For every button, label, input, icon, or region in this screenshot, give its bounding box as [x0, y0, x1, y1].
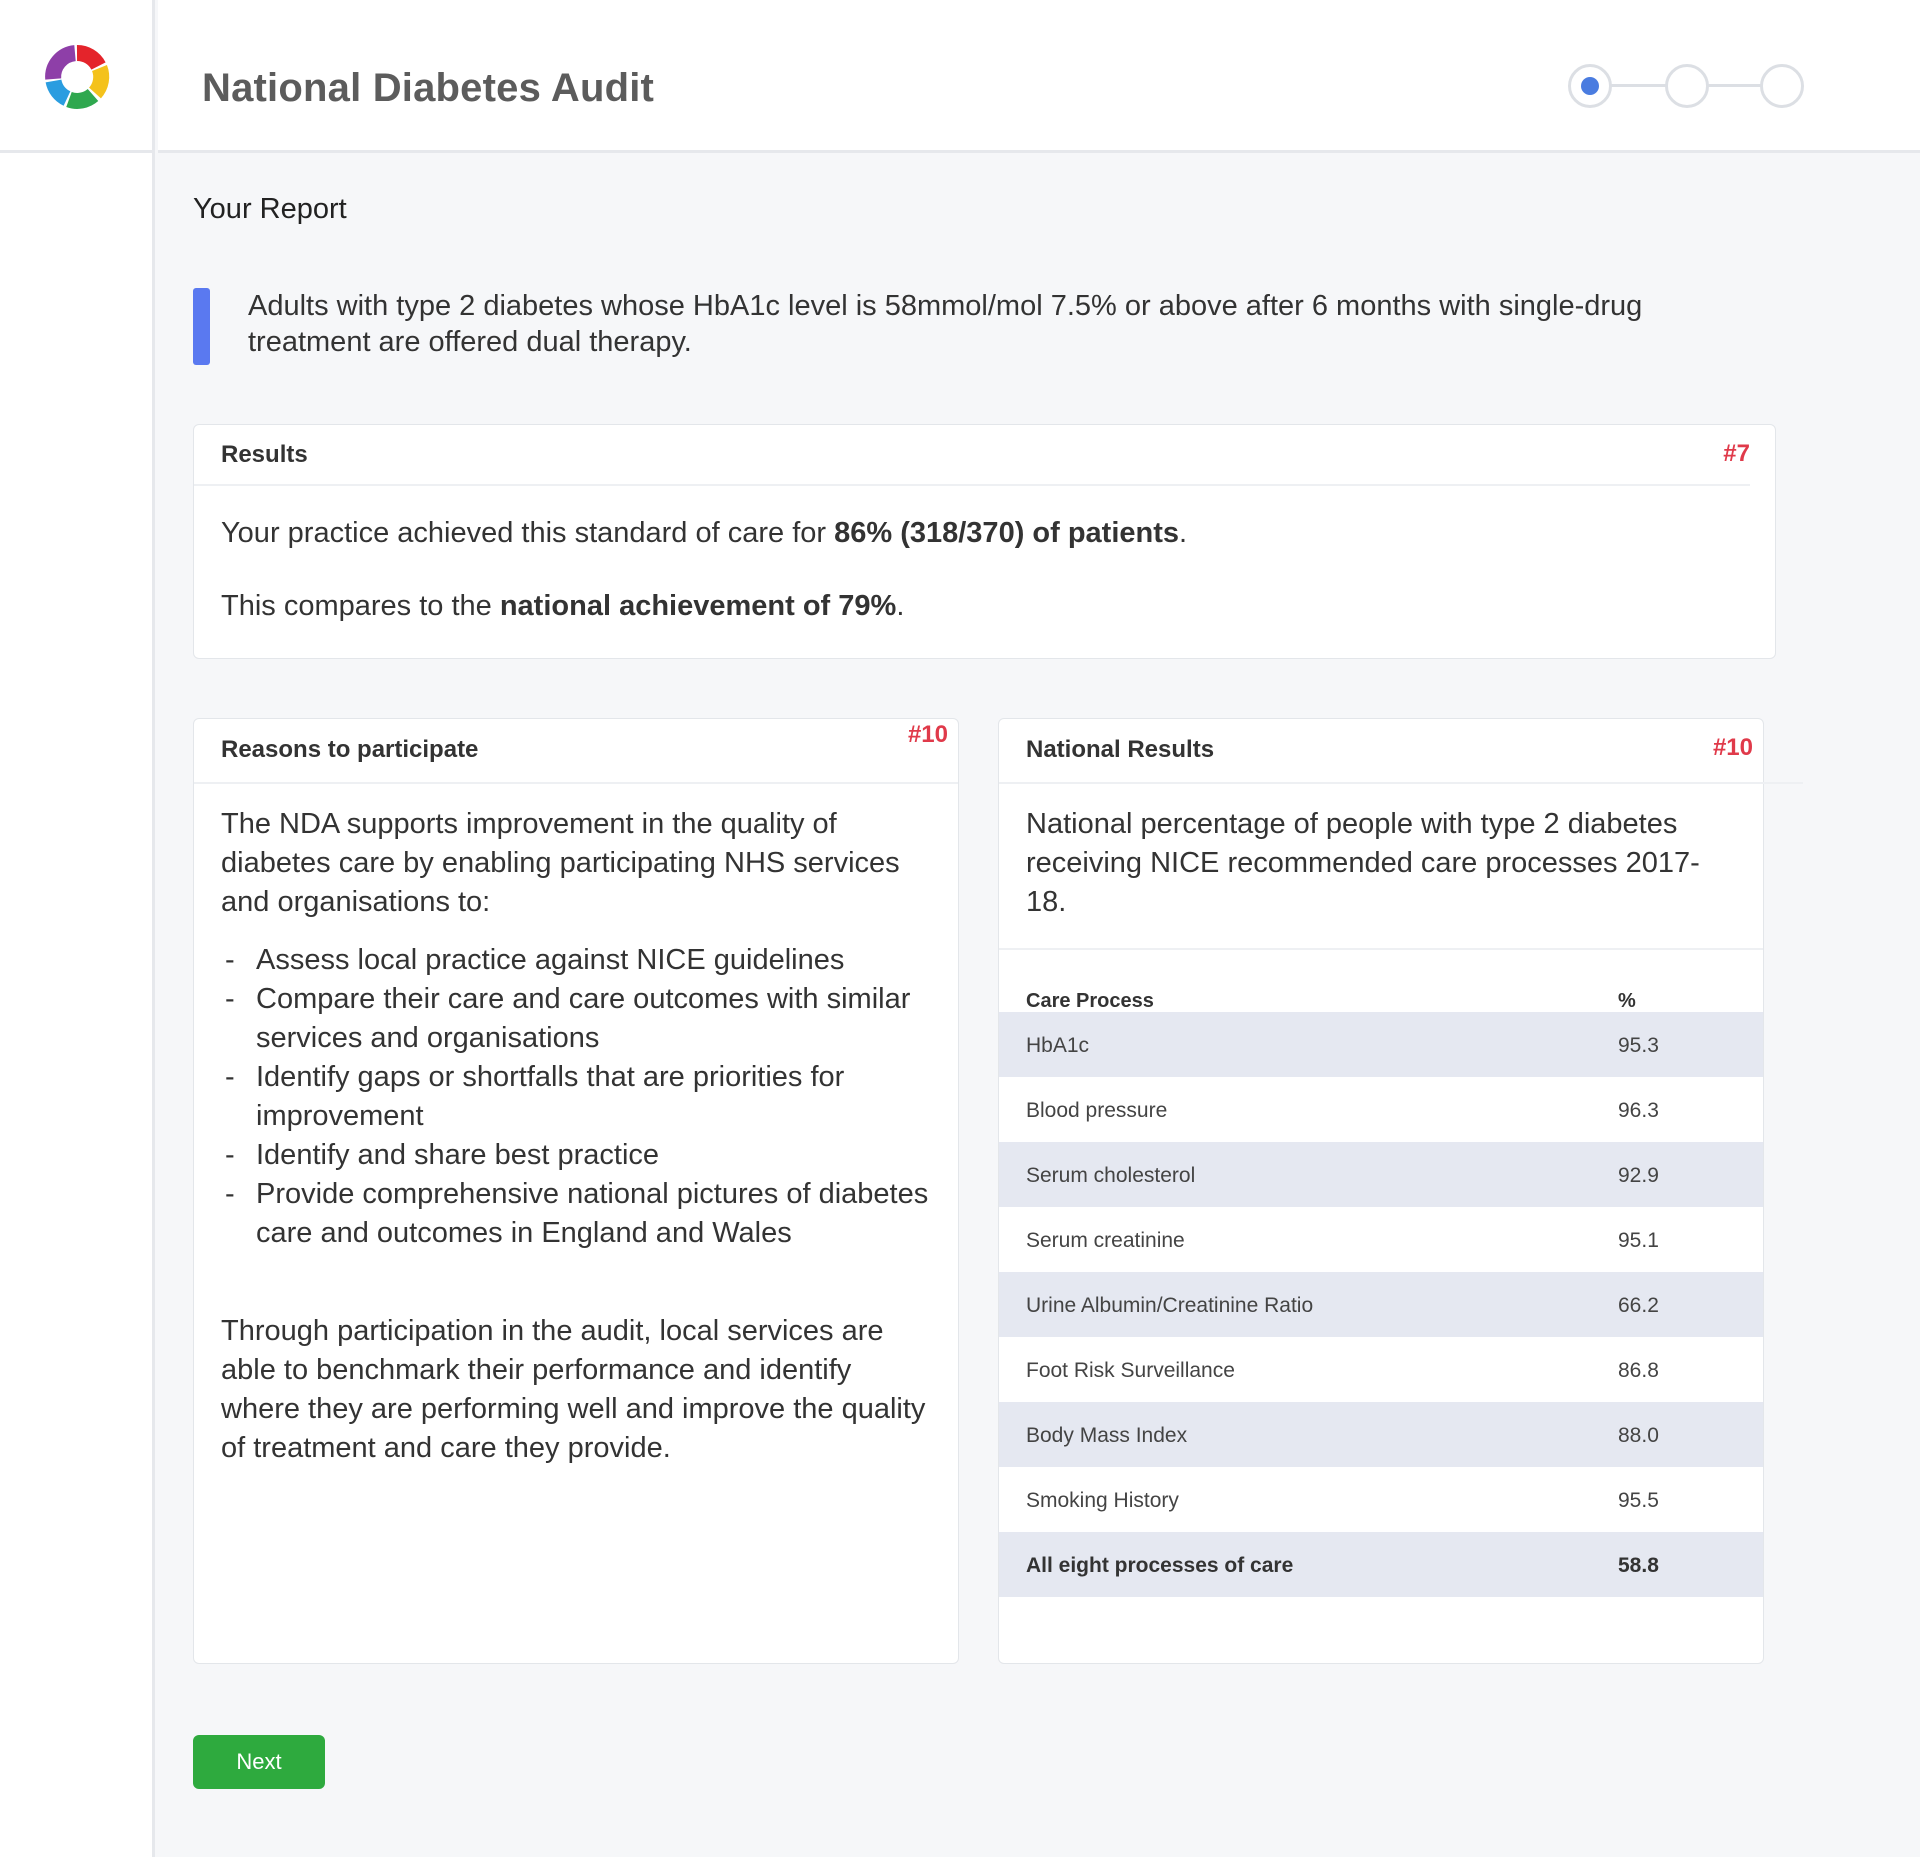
card-divider: [194, 782, 958, 784]
national-achievement-value: national achievement of 79%: [499, 590, 897, 622]
national-results-title: National Results: [1026, 736, 1215, 763]
table-row-total: All eight processes of care 58.8: [999, 1532, 1763, 1597]
national-results-id-badge: #10: [1712, 734, 1753, 761]
reasons-id-badge: #10: [907, 721, 948, 748]
step-2-indicator[interactable]: [1665, 64, 1709, 108]
table-row: Body Mass Index 88.0: [999, 1402, 1763, 1467]
stepper-connector: [1609, 84, 1668, 87]
national-comparison-text: This compares to the national achievemen…: [221, 590, 905, 622]
page-heading: Your Report: [193, 193, 347, 225]
national-results-card: National Results #10 National percentage…: [998, 718, 1803, 1664]
table-row: Serum creatinine 95.1: [1026, 1229, 1659, 1252]
table-row: Serum cholesterol 92.9: [999, 1142, 1763, 1207]
reasons-outro: Through participation in the audit, loca…: [221, 1315, 926, 1464]
column-header-percent: %: [1618, 990, 1636, 1012]
step-1-indicator[interactable]: [1568, 64, 1612, 108]
table-row: HbA1c 95.3: [999, 1012, 1763, 1077]
results-card: Results #7 Your practice achieved this s…: [193, 424, 1776, 659]
step-3-indicator[interactable]: [1760, 64, 1804, 108]
sidebar-divider: [0, 150, 155, 153]
reasons-list: - Assess local practice against NICE guid…: [221, 941, 931, 1253]
national-results-description: National percentage of people with type …: [1026, 808, 1700, 918]
reasons-card: Reasons to participate #10 The NDA suppo…: [193, 718, 959, 1664]
next-button[interactable]: Next: [193, 1735, 325, 1789]
practice-achievement-value: 86% (318/370) of patients: [834, 517, 1180, 549]
reasons-intro: The NDA supports improvement in the qual…: [221, 808, 900, 918]
card-divider: [194, 484, 1750, 486]
table-row: Urine Albumin/Creatinine Ratio 66.2: [999, 1272, 1763, 1337]
column-header-care-process: Care Process: [1026, 990, 1154, 1012]
table-row: Blood pressure 96.3: [1026, 1099, 1659, 1122]
table-row: Smoking History 95.5: [1026, 1489, 1659, 1512]
list-item: - Assess local practice against NICE guid…: [225, 944, 845, 976]
list-item: - Identify gaps or shortfalls that are pr…: [225, 1061, 845, 1132]
list-item: - Compare their care and care outcomes wi…: [225, 983, 911, 1054]
app-title: National Diabetes Audit: [202, 66, 655, 110]
list-item: - Provide comprehensive national pictures…: [225, 1178, 929, 1249]
app-header: National Diabetes Audit: [158, 0, 1920, 153]
callout-accent-bar: [193, 288, 210, 365]
care-process-table: HbA1c 95.3 Blood pressure 96.3 Serum chole…: [999, 1012, 1763, 1597]
results-title: Results: [221, 441, 308, 468]
sidebar: [0, 0, 155, 1857]
stepper-connector: [1707, 84, 1763, 87]
active-step-dot: [1581, 77, 1599, 95]
card-divider: [999, 782, 1803, 784]
nda-logo-icon[interactable]: [40, 40, 114, 114]
progress-stepper: [1568, 64, 1804, 108]
table-row: Foot Risk Surveillance 86.8: [1026, 1359, 1659, 1382]
table-header: Care Process %: [999, 948, 1763, 1014]
reasons-title: Reasons to participate: [221, 736, 479, 763]
practice-achievement-text: Your practice achieved this standard of …: [221, 517, 1188, 549]
list-item: - Identify and share best practice: [225, 1139, 660, 1171]
callout-text: Adults with type 2 diabetes whose HbA1c …: [248, 290, 1643, 358]
results-id-badge: #7: [1723, 440, 1750, 467]
